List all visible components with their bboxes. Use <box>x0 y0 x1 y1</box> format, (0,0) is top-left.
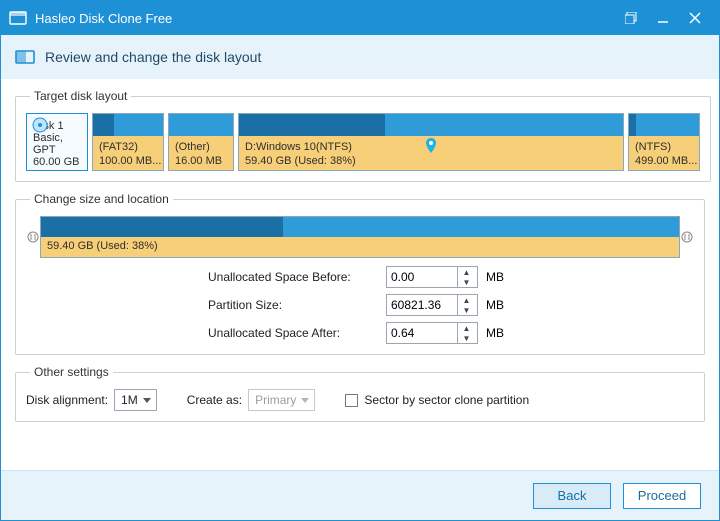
other-settings-row: Disk alignment: 1M Create as: Primary Se… <box>26 389 694 411</box>
layout-icon <box>15 47 35 67</box>
label-disk-alignment: Disk alignment: <box>26 393 108 407</box>
spin-down[interactable]: ▼ <box>458 305 475 315</box>
disk-header-tile[interactable]: Disk 1 Basic, GPT 60.00 GB <box>26 113 88 171</box>
row-partition-size: Partition Size: ▲▼ MB <box>208 294 512 316</box>
close-button[interactable] <box>679 1 711 35</box>
row-unalloc-before: Unallocated Space Before: ▲▼ MB <box>208 266 512 288</box>
partition-label: (FAT32)100.00 MB... <box>99 140 161 168</box>
label-create-as: Create as: <box>187 393 242 407</box>
partition-label: (Other)16.00 MB <box>175 140 222 168</box>
minimize-button[interactable] <box>647 1 679 35</box>
app-title: Hasleo Disk Clone Free <box>35 11 615 26</box>
checkbox-sector-clone[interactable] <box>345 394 358 407</box>
spin-up[interactable]: ▲ <box>458 323 475 333</box>
resize-form: Unallocated Space Before: ▲▼ MB Partitio… <box>26 266 694 344</box>
unit-before: MB <box>486 270 512 284</box>
label-unalloc-before: Unallocated Space Before: <box>208 270 378 284</box>
input-unalloc-before-field[interactable] <box>387 267 457 287</box>
select-disk-alignment[interactable]: 1M <box>114 389 157 411</box>
disk-row: Disk 1 Basic, GPT 60.00 GB (FAT32)100.00… <box>26 113 700 171</box>
partition-tile[interactable]: (Other)16.00 MB <box>168 113 234 171</box>
partition-label: D:Windows 10(NTFS)59.40 GB (Used: 38%) <box>245 140 356 168</box>
partition-label: (NTFS)499.00 MB... <box>635 140 697 168</box>
resize-handle-left[interactable] <box>26 216 40 258</box>
label-sector-clone: Sector by sector clone partition <box>364 393 529 407</box>
partition-tile[interactable]: (NTFS)499.00 MB... <box>628 113 700 171</box>
disk-icon <box>31 116 49 137</box>
select-create-as: Primary <box>248 389 315 411</box>
other-settings-group: Other settings Disk alignment: 1M Create… <box>15 365 705 422</box>
spin-down[interactable]: ▼ <box>458 277 475 287</box>
resize-legend: Change size and location <box>30 192 173 206</box>
unit-after: MB <box>486 326 512 340</box>
app-logo-icon <box>9 9 27 27</box>
partition-tile[interactable]: (FAT32)100.00 MB... <box>92 113 164 171</box>
resize-handle-right[interactable] <box>680 216 694 258</box>
target-layout-group: Target disk layout Disk 1 Basic, GPT 60.… <box>15 89 711 182</box>
back-button[interactable]: Back <box>533 483 611 509</box>
content: Target disk layout Disk 1 Basic, GPT 60.… <box>1 79 719 470</box>
resize-slider[interactable]: 59.40 GB (Used: 38%) <box>40 216 680 258</box>
unit-size: MB <box>486 298 512 312</box>
input-unalloc-after[interactable]: ▲▼ <box>386 322 478 344</box>
disk-size: 60.00 GB <box>33 156 81 168</box>
titlebar: Hasleo Disk Clone Free <box>1 1 719 35</box>
label-partition-size: Partition Size: <box>208 298 378 312</box>
spin-down[interactable]: ▼ <box>458 333 475 343</box>
resize-slider-row: 59.40 GB (Used: 38%) <box>26 216 694 258</box>
spin-up[interactable]: ▲ <box>458 295 475 305</box>
input-partition-size[interactable]: ▲▼ <box>386 294 478 316</box>
row-unalloc-after: Unallocated Space After: ▲▼ MB <box>208 322 512 344</box>
partition-tile[interactable]: D:Windows 10(NTFS)59.40 GB (Used: 38%) <box>238 113 624 171</box>
other-settings-legend: Other settings <box>30 365 113 379</box>
input-partition-size-field[interactable] <box>387 295 457 315</box>
page-subheader: Review and change the disk layout <box>1 35 719 79</box>
page-subtitle: Review and change the disk layout <box>45 49 261 65</box>
target-layout-legend: Target disk layout <box>30 89 131 103</box>
spin-up[interactable]: ▲ <box>458 267 475 277</box>
app-window: Hasleo Disk Clone Free Review and change… <box>0 0 720 521</box>
resize-slider-label: 59.40 GB (Used: 38%) <box>47 239 158 253</box>
pin-icon <box>425 138 437 159</box>
restore-down-icon[interactable] <box>615 1 647 35</box>
label-unalloc-after: Unallocated Space After: <box>208 326 378 340</box>
input-unalloc-before[interactable]: ▲▼ <box>386 266 478 288</box>
resize-group: Change size and location 59.40 GB (Used:… <box>15 192 705 355</box>
input-unalloc-after-field[interactable] <box>387 323 457 343</box>
proceed-button[interactable]: Proceed <box>623 483 701 509</box>
footer: Back Proceed <box>1 470 719 520</box>
